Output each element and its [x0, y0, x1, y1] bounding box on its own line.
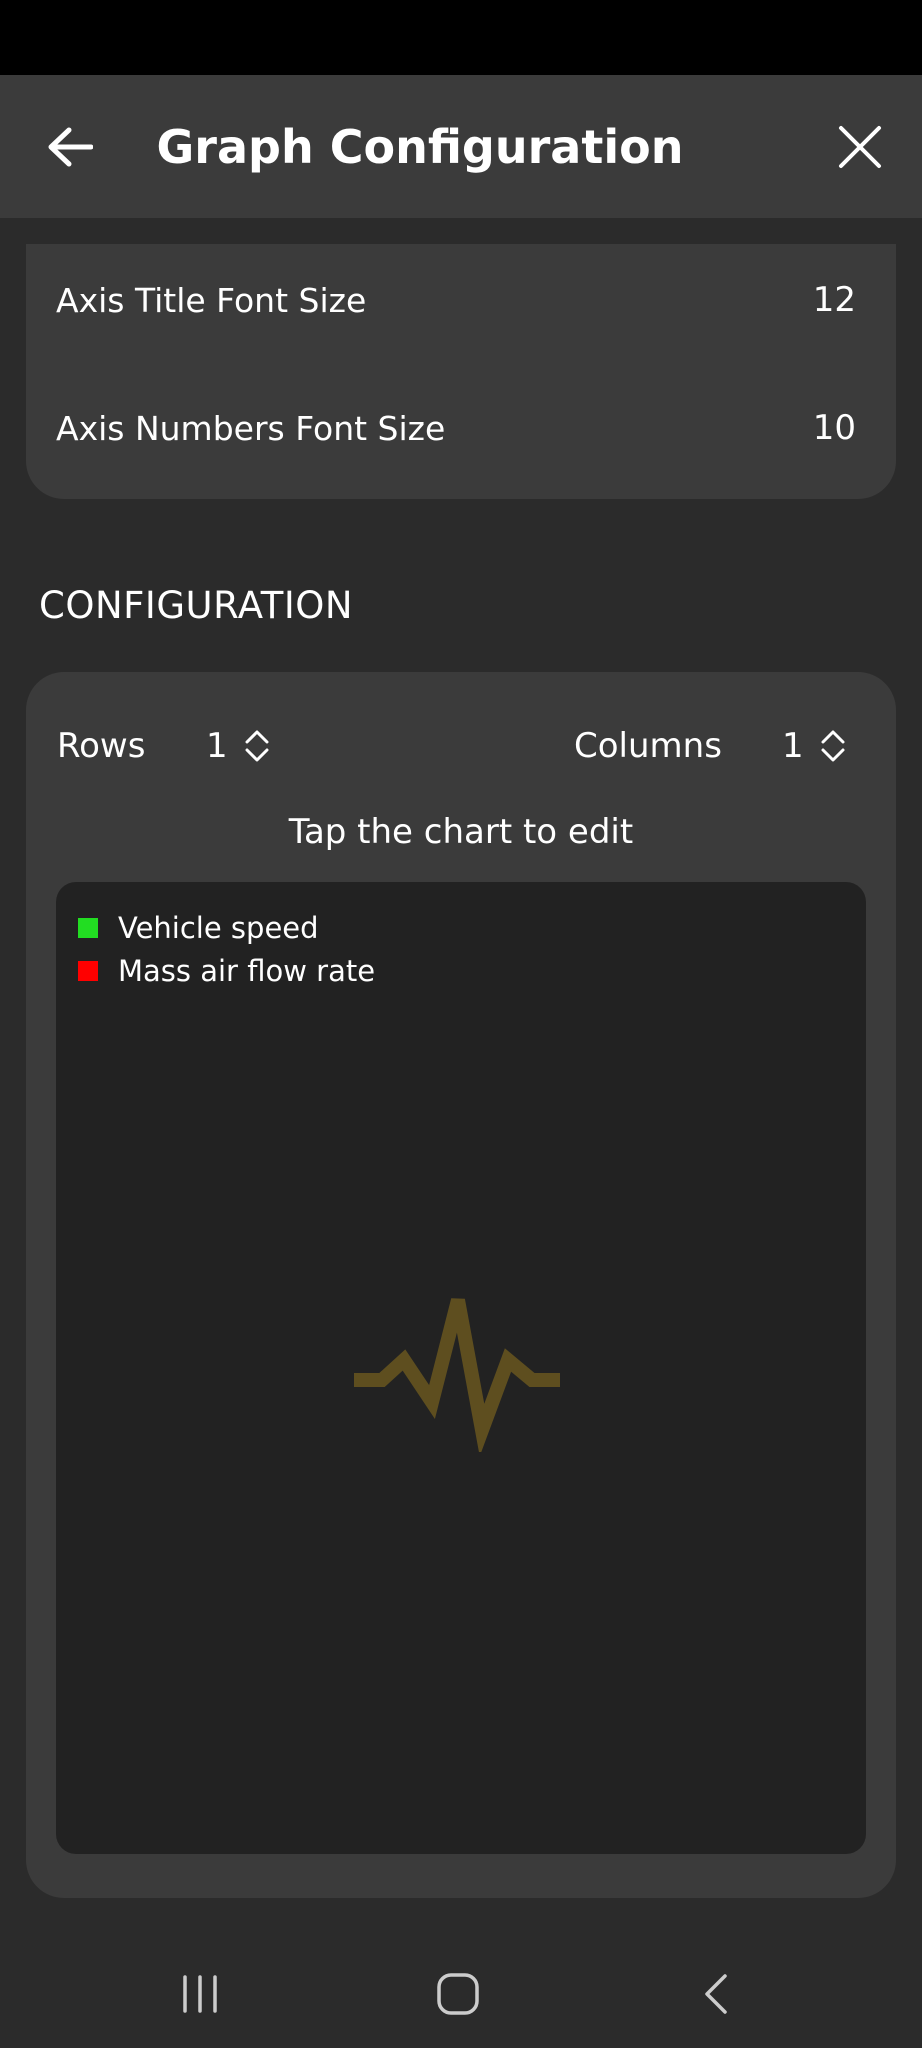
system-back-button[interactable] [676, 1954, 756, 2034]
configuration-card: Rows 1 Columns 1 Tap the chart to edit V… [26, 672, 896, 1898]
columns-stepper[interactable]: 1 [782, 720, 846, 772]
rows-value: 1 [206, 726, 228, 766]
rows-stepper[interactable]: 1 [206, 720, 270, 772]
setting-value: 10 [812, 408, 856, 448]
legend-swatch [78, 918, 98, 938]
chevron-up-down-icon [245, 730, 269, 762]
pulse-icon [354, 1298, 560, 1452]
back-chevron-icon [705, 1974, 727, 2014]
legend-item-vehicle-speed: Vehicle speed [78, 908, 319, 948]
recent-apps-button[interactable] [160, 1954, 240, 2034]
setting-label: Axis Title Font Size [56, 280, 367, 320]
edit-hint: Tap the chart to edit [288, 812, 634, 852]
font-settings-card: Axis Title Font Size 12 Axis Numbers Fon… [26, 244, 896, 499]
app-bar: Graph Configuration [0, 75, 922, 218]
axis-title-font-size-row[interactable]: Axis Title Font Size 12 [56, 270, 856, 330]
status-bar [0, 0, 922, 75]
legend-label: Mass air flow rate [118, 954, 376, 988]
rows-label: Rows [57, 726, 146, 766]
screen: Graph Configuration Axis Title Font Size… [0, 0, 922, 2048]
system-navigation-bar [0, 1940, 922, 2048]
chevron-up-down-icon [821, 730, 845, 762]
columns-label: Columns [574, 726, 722, 766]
close-icon [839, 126, 881, 168]
chart-preview[interactable]: Vehicle speed Mass air flow rate [56, 882, 866, 1854]
legend-swatch [78, 961, 98, 981]
recent-apps-icon [183, 1975, 217, 2013]
setting-label: Axis Numbers Font Size [56, 408, 446, 448]
page-title: Graph Configuration [156, 120, 684, 174]
setting-value: 12 [812, 280, 856, 320]
home-icon [437, 1973, 479, 2015]
legend-item-mass-air-flow-rate: Mass air flow rate [78, 951, 375, 991]
legend-label: Vehicle speed [118, 911, 319, 945]
section-title: CONFIGURATION [39, 584, 354, 627]
columns-value: 1 [782, 726, 804, 766]
axis-numbers-font-size-row[interactable]: Axis Numbers Font Size 10 [56, 398, 856, 458]
home-button[interactable] [418, 1954, 498, 2034]
close-button[interactable] [822, 109, 898, 185]
